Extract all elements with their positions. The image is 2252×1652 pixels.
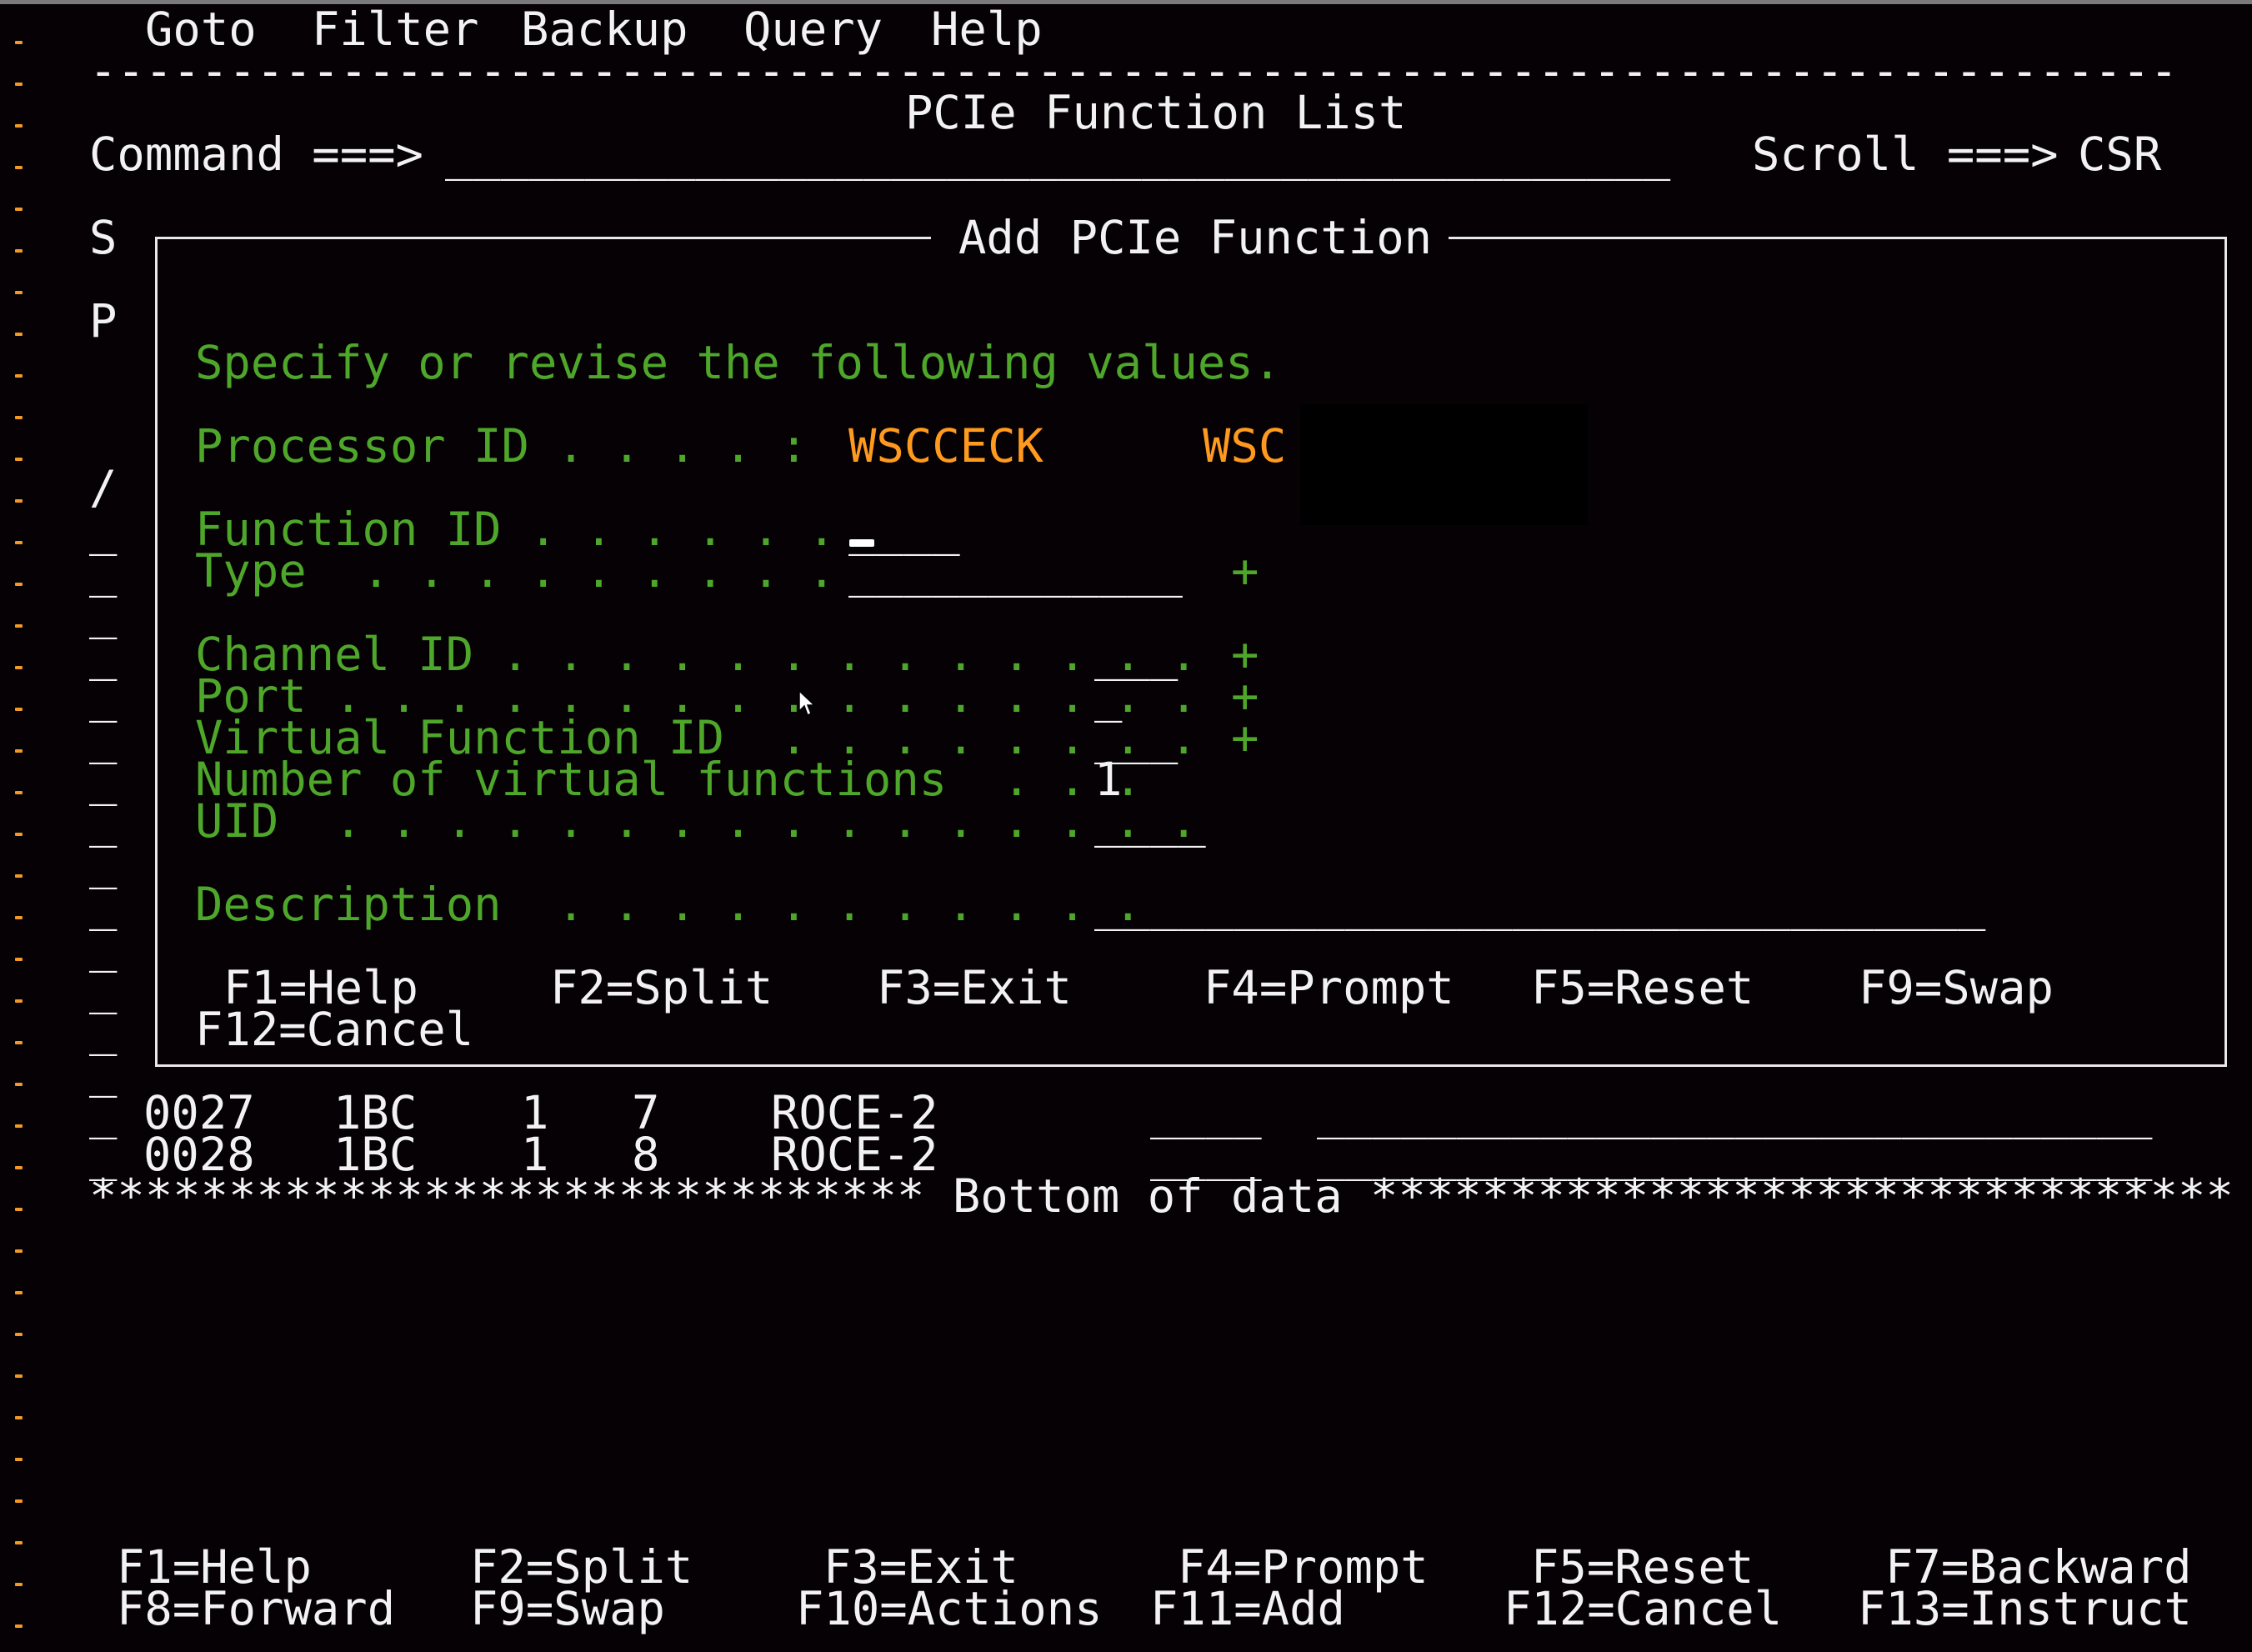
type-prompt-indicator: + xyxy=(1231,544,1259,598)
uid-label: UID . . . . . . . . . . . . . . . . xyxy=(195,794,1198,849)
margin-marker xyxy=(15,499,23,503)
terminal-screen: Goto Filter Backup Query Help ----------… xyxy=(0,4,2252,1652)
margin-marker xyxy=(15,999,23,1003)
dialog-fkey-cancel[interactable]: F12=Cancel xyxy=(195,1007,473,1054)
virtual-function-id-prompt-indicator: + xyxy=(1231,711,1259,765)
margin-marker xyxy=(15,416,23,419)
margin-marker xyxy=(15,958,23,961)
margin-marker xyxy=(15,916,23,919)
description-input[interactable]: ________________________________ xyxy=(1094,882,1985,929)
processor-id-short-value: WSC xyxy=(1203,419,1287,473)
margin-marker xyxy=(15,208,23,211)
margin-marker xyxy=(15,83,23,86)
fkey-instruct[interactable]: F13=Instruct xyxy=(1858,1586,2192,1633)
margin-marker xyxy=(15,1416,23,1419)
margin-marker xyxy=(15,791,23,794)
fkey-forward[interactable]: F8=Forward xyxy=(117,1586,395,1633)
margin-marker xyxy=(15,541,23,544)
margin-marker xyxy=(15,1624,23,1628)
margin-marker xyxy=(15,291,23,294)
margin-marker xyxy=(15,1291,23,1294)
dialog-fkey-exit[interactable]: F3=Exit xyxy=(877,965,1072,1012)
fkey-actions[interactable]: F10=Actions xyxy=(796,1586,1103,1633)
margin-marker xyxy=(15,249,23,253)
margin-marker xyxy=(15,458,23,461)
description-label: Description . . . . . . . . . . . xyxy=(195,878,1143,932)
margin-marker xyxy=(15,666,23,669)
margin-marker xyxy=(15,1583,23,1586)
margin-marker xyxy=(15,374,23,378)
processor-id-value: WSCCECK xyxy=(848,419,1043,473)
command-input[interactable]: ________________________________________… xyxy=(445,132,1670,178)
command-label: Command ===> xyxy=(89,128,423,182)
type-label: Type . . . . . . . . . xyxy=(195,544,836,598)
margin-marker xyxy=(15,41,23,44)
margin-marker xyxy=(15,1333,23,1336)
fkey-swap[interactable]: F9=Swap xyxy=(470,1586,665,1633)
dialog-fkey-split[interactable]: F2=Split xyxy=(550,965,773,1012)
scroll-label: Scroll ===> xyxy=(1752,128,2059,182)
margin-marker xyxy=(15,1041,23,1044)
margin-marker xyxy=(15,333,23,336)
dialog-fkey-prompt[interactable]: F4=Prompt xyxy=(1204,965,1454,1012)
margin-marker xyxy=(15,833,23,836)
margin-marker xyxy=(15,1458,23,1461)
uid-input[interactable]: ____ xyxy=(1094,798,1206,845)
margin-marker xyxy=(15,708,23,711)
bottom-of-data-marker: ****************************** Bottom of… xyxy=(89,1169,2234,1224)
margin-marker xyxy=(15,583,23,586)
margin-marker xyxy=(15,1249,23,1253)
margin-marker xyxy=(15,1374,23,1378)
margin-marker xyxy=(15,166,23,169)
type-input[interactable]: ____________ xyxy=(848,548,1183,595)
dialog-fkey-reset[interactable]: F5=Reset xyxy=(1531,965,1754,1012)
margin-marker xyxy=(15,1166,23,1169)
margin-marker xyxy=(15,874,23,878)
margin-marker xyxy=(15,1208,23,1211)
dialog-border-top-right xyxy=(1449,237,2227,239)
margin-marker xyxy=(15,124,23,128)
margin-marker xyxy=(15,1499,23,1503)
column-header-fragment-p: P xyxy=(89,294,118,348)
margin-marker xyxy=(15,1083,23,1086)
margin-marker xyxy=(15,1124,23,1128)
dialog-instruction: Specify or revise the following values. xyxy=(195,336,1282,390)
margin-marker xyxy=(15,1541,23,1544)
scroll-input[interactable]: CSR xyxy=(2078,132,2161,178)
redacted-region xyxy=(1300,404,1588,525)
dialog-fkey-swap[interactable]: F9=Swap xyxy=(1859,965,2054,1012)
fkey-add[interactable]: F11=Add xyxy=(1150,1586,1345,1633)
dialog-title: Add PCIe Function xyxy=(958,211,1433,265)
margin-marker xyxy=(15,624,23,628)
processor-id-label: Processor ID . . . . : xyxy=(195,419,808,473)
mouse-pointer-icon xyxy=(798,689,816,717)
margin-marker xyxy=(15,749,23,753)
dialog-border-top-left xyxy=(155,237,931,239)
fkey-cancel[interactable]: F12=Cancel xyxy=(1504,1586,1782,1633)
column-header-fragment-s: S xyxy=(89,211,118,265)
